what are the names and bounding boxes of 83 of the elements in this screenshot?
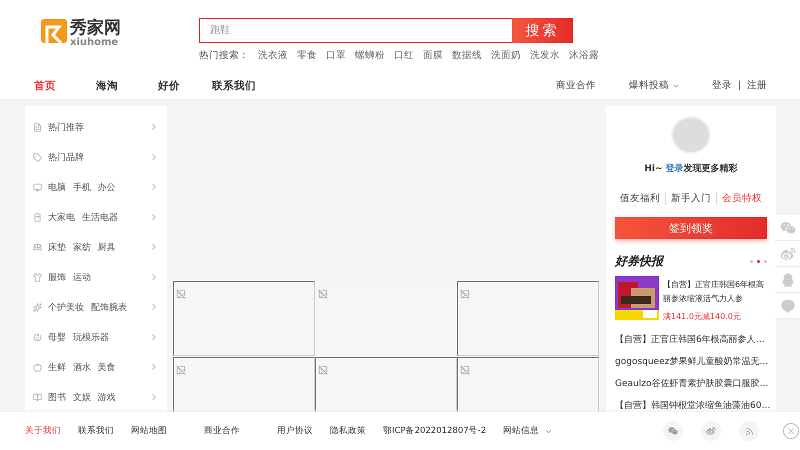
rss-icon[interactable] <box>739 421 760 441</box>
footer-link[interactable]: 网站信息 <box>503 425 540 437</box>
close-icon <box>786 426 796 436</box>
nav-tab[interactable]: 首页 <box>34 78 56 92</box>
category-icon <box>33 332 42 342</box>
nav-tab[interactable]: 好价 <box>158 78 180 92</box>
separator: | <box>738 80 741 91</box>
footer-link[interactable]: 商业合作 <box>204 425 240 437</box>
category-icon <box>33 182 42 192</box>
category-link[interactable]: 生鲜 酒水 美食 <box>48 360 116 374</box>
news-link[interactable]: 【自营】正官庄韩国6年根高丽参人… <box>615 333 767 346</box>
category-icon <box>33 212 42 222</box>
weibo-icon[interactable] <box>701 421 722 441</box>
nav-tab[interactable]: 海淘 <box>96 78 118 92</box>
wechat-icon[interactable] <box>780 220 796 236</box>
hot-search-link[interactable]: 数据线 <box>452 49 482 62</box>
hot-search-link[interactable]: 沐浴露 <box>569 49 599 62</box>
category-icon <box>33 152 42 162</box>
category-icon <box>33 392 42 402</box>
close-button[interactable] <box>783 423 800 439</box>
business-link[interactable]: 商业合作 <box>556 79 596 92</box>
footer-link[interactable]: 鄂ICP备2022012807号-2 <box>383 425 486 437</box>
hot-search-link[interactable]: 螺蛳粉 <box>355 49 385 62</box>
coupon-text: 满141.0元减140.0元 <box>663 311 742 323</box>
broken-image-icon <box>460 365 470 375</box>
broken-image-icon <box>176 289 186 299</box>
news-title: 好券快报 <box>615 253 663 270</box>
hot-search-link[interactable]: 口红 <box>394 49 414 62</box>
category-icon <box>33 122 42 132</box>
chat-icon[interactable] <box>780 298 796 314</box>
category-icon <box>33 272 42 282</box>
broken-image-icon <box>318 289 328 299</box>
logo-name[interactable]: 秀家网 <box>70 18 121 38</box>
featured-title[interactable]: 【自营】正官庄韩国6年根高丽参浓缩液活气力人参 <box>663 278 771 306</box>
register-link[interactable]: 注册 <box>747 79 767 92</box>
carousel-dot[interactable] <box>764 260 767 263</box>
carousel-dot[interactable] <box>757 260 760 263</box>
category-link[interactable]: 电脑 手机 办公 <box>48 180 116 194</box>
login-link[interactable]: 登录 <box>712 79 732 92</box>
search-button[interactable]: 搜索 <box>512 18 573 43</box>
footer-link[interactable]: 用户协议 <box>277 425 313 437</box>
qq-icon[interactable] <box>780 272 796 288</box>
hot-search-link[interactable]: 洗衣液 <box>258 49 288 62</box>
hot-search-link[interactable]: 口罩 <box>326 49 346 62</box>
hot-search-link[interactable]: 洗面奶 <box>491 49 521 62</box>
carousel-dot[interactable] <box>750 260 753 263</box>
search-field[interactable]: 跑鞋 <box>199 18 512 43</box>
footer-link[interactable]: 隐私政策 <box>330 425 366 437</box>
category-link[interactable]: 热门推荐 <box>48 120 84 134</box>
footer-link[interactable]: 网站地图 <box>131 425 167 437</box>
category-icon <box>33 302 42 312</box>
category-icon <box>33 242 42 252</box>
hot-search-link[interactable]: 洗发水 <box>530 49 560 62</box>
category-link[interactable]: 热门品牌 <box>48 150 84 164</box>
broken-image-icon <box>318 365 328 375</box>
category-link[interactable]: 服饰 运动 <box>48 270 91 284</box>
footer-link[interactable]: 联系我们 <box>78 425 114 437</box>
panel-link[interactable]: 会员特权 <box>716 192 767 206</box>
hot-search-link[interactable]: 面膜 <box>423 49 443 62</box>
wechat-icon[interactable] <box>663 421 684 441</box>
category-link[interactable]: 床垫 家纺 厨具 <box>48 240 116 254</box>
checkin-button[interactable]: 签到领奖 <box>615 217 767 239</box>
category-link[interactable]: 大家电 生活电器 <box>48 210 118 224</box>
footer-link[interactable]: 关于我们 <box>25 425 61 437</box>
nav-tab[interactable]: 联系我们 <box>212 78 256 92</box>
category-link[interactable]: 图书 文娱 游戏 <box>48 390 116 404</box>
category-icon <box>33 362 42 372</box>
news-link[interactable]: 【自营】韩国钟根堂浓缩鱼油藻油60… <box>615 399 767 412</box>
broken-image-icon <box>460 289 470 299</box>
greeting-text: Hi~ 登录发现更多精彩 <box>644 162 738 176</box>
news-link[interactable]: gogosqueez梦果鲜儿童酸奶常温无… <box>615 355 767 368</box>
hot-search-label: 热门搜索： <box>199 49 249 62</box>
hot-search-link[interactable]: 零食 <box>297 49 317 62</box>
category-link[interactable]: 个护美妆 配饰腕表 <box>48 300 127 314</box>
broken-image-icon <box>176 365 186 375</box>
logo-subtitle: xiuhome <box>70 38 120 48</box>
submit-menu[interactable]: 爆料投稿 <box>628 79 680 92</box>
panel-link[interactable]: 新手入门 <box>665 192 716 206</box>
news-link[interactable]: Geaulzo谷佐虾青素护肤胶囊口服胶… <box>615 377 767 390</box>
avatar[interactable] <box>671 116 711 154</box>
panel-link[interactable]: 值友福利 <box>615 192 665 206</box>
category-link[interactable]: 母婴 玩模乐器 <box>48 330 109 344</box>
weibo-icon[interactable] <box>780 246 796 262</box>
